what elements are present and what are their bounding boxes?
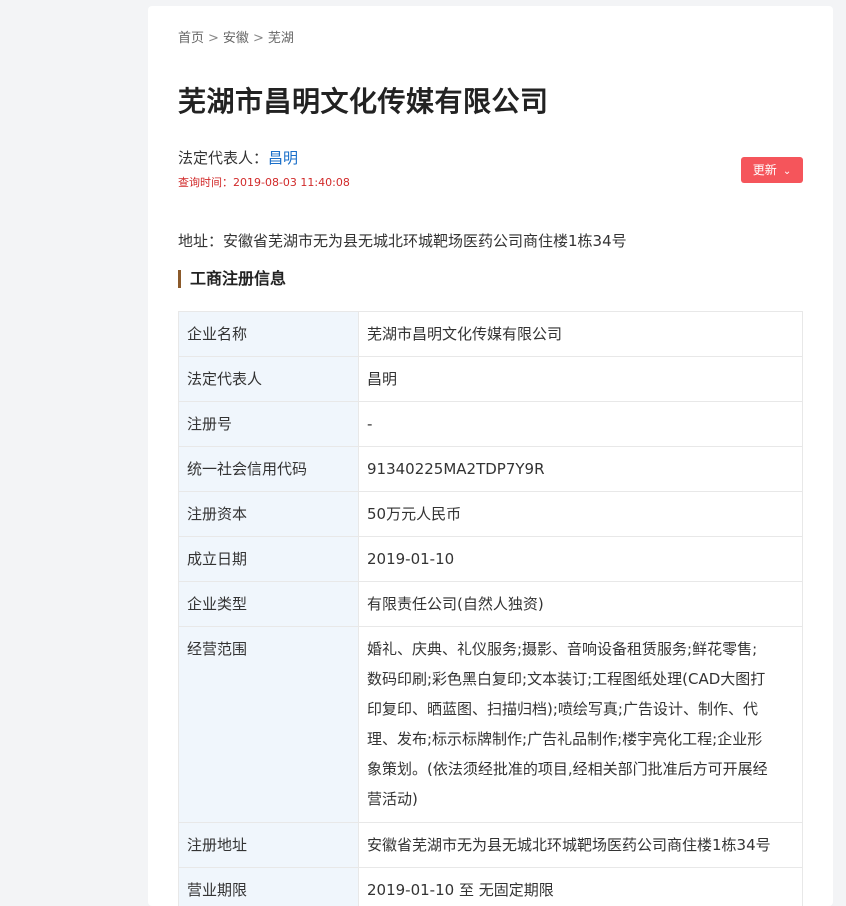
row-label: 经营范围 — [179, 627, 359, 823]
scope-line: 印复印、晒蓝图、扫描归档);喷绘写真;广告设计、制作、代 — [367, 694, 794, 724]
table-row: 法定代表人 昌明 — [179, 357, 803, 402]
row-value: 安徽省芜湖市无为县无城北环城靶场医药公司商住楼1栋34号 — [359, 823, 803, 868]
row-value: 91340225MA2TDP7Y9R — [359, 447, 803, 492]
table-row: 经营范围 婚礼、庆典、礼仪服务;摄影、音响设备租赁服务;鲜花零售; 数码印刷;彩… — [179, 627, 803, 823]
business-scope-value: 婚礼、庆典、礼仪服务;摄影、音响设备租赁服务;鲜花零售; 数码印刷;彩色黑白复印… — [359, 627, 803, 823]
row-value: 50万元人民币 — [359, 492, 803, 537]
row-value: 芜湖市昌明文化传媒有限公司 — [359, 312, 803, 357]
row-label: 统一社会信用代码 — [179, 447, 359, 492]
row-value: 2019-01-10 至 无固定期限 — [359, 868, 803, 906]
scope-line: 婚礼、庆典、礼仪服务;摄影、音响设备租赁服务;鲜花零售; — [367, 634, 794, 664]
legal-rep-label: 法定代表人： — [178, 149, 268, 167]
row-label: 法定代表人 — [179, 357, 359, 402]
table-row: 成立日期 2019-01-10 — [179, 537, 803, 582]
table-row: 注册号 - — [179, 402, 803, 447]
registration-info-table: 企业名称 芜湖市昌明文化传媒有限公司 法定代表人 昌明 注册号 - 统一社会信用… — [178, 311, 803, 906]
row-label: 成立日期 — [179, 537, 359, 582]
breadcrumb-separator: > — [253, 31, 264, 46]
scope-line: 象策划。(依法须经批准的项目,经相关部门批准后方可开展经 — [367, 754, 794, 784]
company-address: 地址：安徽省芜湖市无为县无城北环城靶场医药公司商住楼1栋34号 — [178, 230, 627, 251]
row-label: 企业类型 — [179, 582, 359, 627]
table-row: 统一社会信用代码 91340225MA2TDP7Y9R — [179, 447, 803, 492]
scope-line: 理、发布;标示标牌制作;广告礼品制作;楼宇亮化工程;企业形 — [367, 724, 794, 754]
company-title: 芜湖市昌明文化传媒有限公司 — [178, 80, 549, 120]
section-title: 工商注册信息 — [178, 270, 286, 288]
breadcrumb-separator: > — [208, 31, 219, 46]
row-label: 企业名称 — [179, 312, 359, 357]
refresh-button-label: 更新 — [753, 163, 777, 177]
table-row: 注册资本 50万元人民币 — [179, 492, 803, 537]
breadcrumb-city-link[interactable]: 芜湖 — [268, 31, 294, 46]
row-label: 注册资本 — [179, 492, 359, 537]
row-value: 昌明 — [359, 357, 803, 402]
company-card: 首页>安徽>芜湖 芜湖市昌明文化传媒有限公司 法定代表人：昌明 查询时间：201… — [148, 6, 833, 906]
refresh-button[interactable]: 更新 ⌄ — [741, 157, 803, 183]
row-value: - — [359, 402, 803, 447]
row-value: 有限责任公司(自然人独资) — [359, 582, 803, 627]
breadcrumb-home-link[interactable]: 首页 — [178, 31, 204, 46]
scope-line: 营活动) — [367, 784, 794, 814]
table-row: 企业名称 芜湖市昌明文化传媒有限公司 — [179, 312, 803, 357]
table-row: 企业类型 有限责任公司(自然人独资) — [179, 582, 803, 627]
query-time: 查询时间：2019-08-03 11:40:08 — [178, 174, 350, 190]
row-label: 注册地址 — [179, 823, 359, 868]
scope-line: 数码印刷;彩色黑白复印;文本装订;工程图纸处理(CAD大图打 — [367, 664, 794, 694]
breadcrumb-province-link[interactable]: 安徽 — [223, 31, 249, 46]
legal-rep-name-link[interactable]: 昌明 — [268, 149, 298, 167]
row-label: 营业期限 — [179, 868, 359, 906]
table-row: 注册地址 安徽省芜湖市无为县无城北环城靶场医药公司商住楼1栋34号 — [179, 823, 803, 868]
chevron-down-icon: ⌄ — [783, 166, 791, 177]
legal-representative: 法定代表人：昌明 — [178, 147, 298, 168]
row-label: 注册号 — [179, 402, 359, 447]
table-row: 营业期限 2019-01-10 至 无固定期限 — [179, 868, 803, 906]
row-value: 2019-01-10 — [359, 537, 803, 582]
breadcrumb: 首页 > 安徽 > 芜湖 — [178, 27, 294, 46]
